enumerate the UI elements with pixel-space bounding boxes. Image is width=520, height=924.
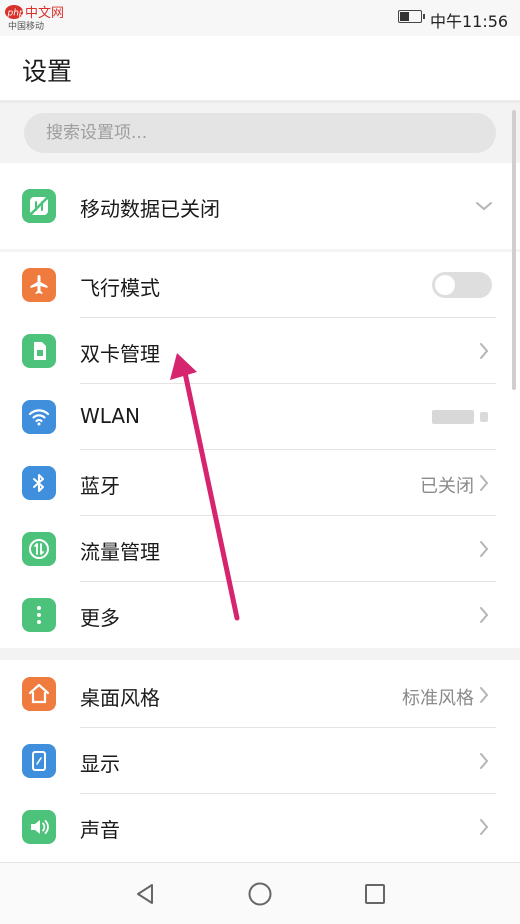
wlan-network-name-blurred [432, 410, 488, 424]
bluetooth-status: 已关闭 [420, 476, 474, 497]
search-section [0, 103, 520, 163]
row-sound[interactable]: 声音 [0, 794, 520, 860]
chevron-right-icon [480, 343, 489, 359]
wifi-icon [22, 400, 56, 434]
display-icon [22, 744, 56, 778]
chevron-right-icon [480, 687, 489, 703]
row-dual-sim[interactable]: 双卡管理 [0, 318, 520, 384]
airplane-mode-toggle[interactable] [432, 272, 492, 298]
chevron-down-icon [476, 202, 492, 211]
battery-icon [398, 10, 425, 23]
row-label: WLAN [80, 404, 141, 428]
chevron-right-icon [480, 819, 489, 835]
chevron-right-icon [480, 607, 489, 623]
back-triangle-icon [137, 884, 153, 904]
row-label: 蓝牙 [80, 474, 120, 498]
carrier-name: 中国移动 [8, 22, 45, 32]
row-wlan[interactable]: WLAN [0, 384, 520, 450]
row-label: 飞行模式 [80, 276, 160, 300]
mobile-data-off-icon [22, 189, 56, 223]
search-input[interactable] [24, 113, 496, 153]
status-bar: php 中文网 中国移动 中午11:56 [0, 0, 520, 36]
recents-button[interactable] [358, 877, 392, 911]
chevron-right-icon [480, 475, 489, 491]
airplane-icon [22, 268, 56, 302]
row-label: 显示 [80, 752, 120, 776]
home-button[interactable] [243, 877, 277, 911]
section-divider [0, 648, 520, 660]
recents-square-icon [365, 884, 385, 904]
bluetooth-icon [22, 466, 56, 500]
row-mobile-data[interactable]: 移动数据已关闭 [0, 163, 520, 249]
chevron-right-icon [480, 541, 489, 557]
page-title: 设置 [22, 57, 73, 86]
row-desktop-style[interactable]: 桌面风格 标准风格 [0, 660, 520, 728]
back-button[interactable] [128, 877, 162, 911]
navigation-bar [0, 862, 520, 924]
data-usage-icon [22, 532, 56, 566]
svg-text:php: php [7, 9, 25, 19]
sim-card-icon [22, 334, 56, 368]
status-time: 中午11:56 [430, 12, 509, 31]
row-more[interactable]: 更多 [0, 582, 520, 648]
row-label: 流量管理 [80, 540, 160, 564]
row-bluetooth[interactable]: 蓝牙 已关闭 [0, 450, 520, 516]
search-box[interactable] [24, 113, 496, 153]
scrollbar[interactable] [512, 110, 516, 390]
row-label: 桌面风格 [80, 686, 160, 710]
row-label: 移动数据已关闭 [80, 197, 220, 221]
speaker-icon [22, 810, 56, 844]
home-icon [22, 677, 56, 711]
row-label: 双卡管理 [80, 342, 160, 366]
more-icon [22, 598, 56, 632]
row-airplane-mode[interactable]: 飞行模式 [0, 252, 520, 318]
row-label: 更多 [80, 606, 120, 630]
row-label: 声音 [80, 818, 120, 842]
home-circle-icon [248, 882, 272, 906]
row-display[interactable]: 显示 [0, 728, 520, 794]
row-data-usage[interactable]: 流量管理 [0, 516, 520, 582]
chevron-right-icon [480, 753, 489, 769]
desktop-style-value: 标准风格 [402, 688, 474, 709]
